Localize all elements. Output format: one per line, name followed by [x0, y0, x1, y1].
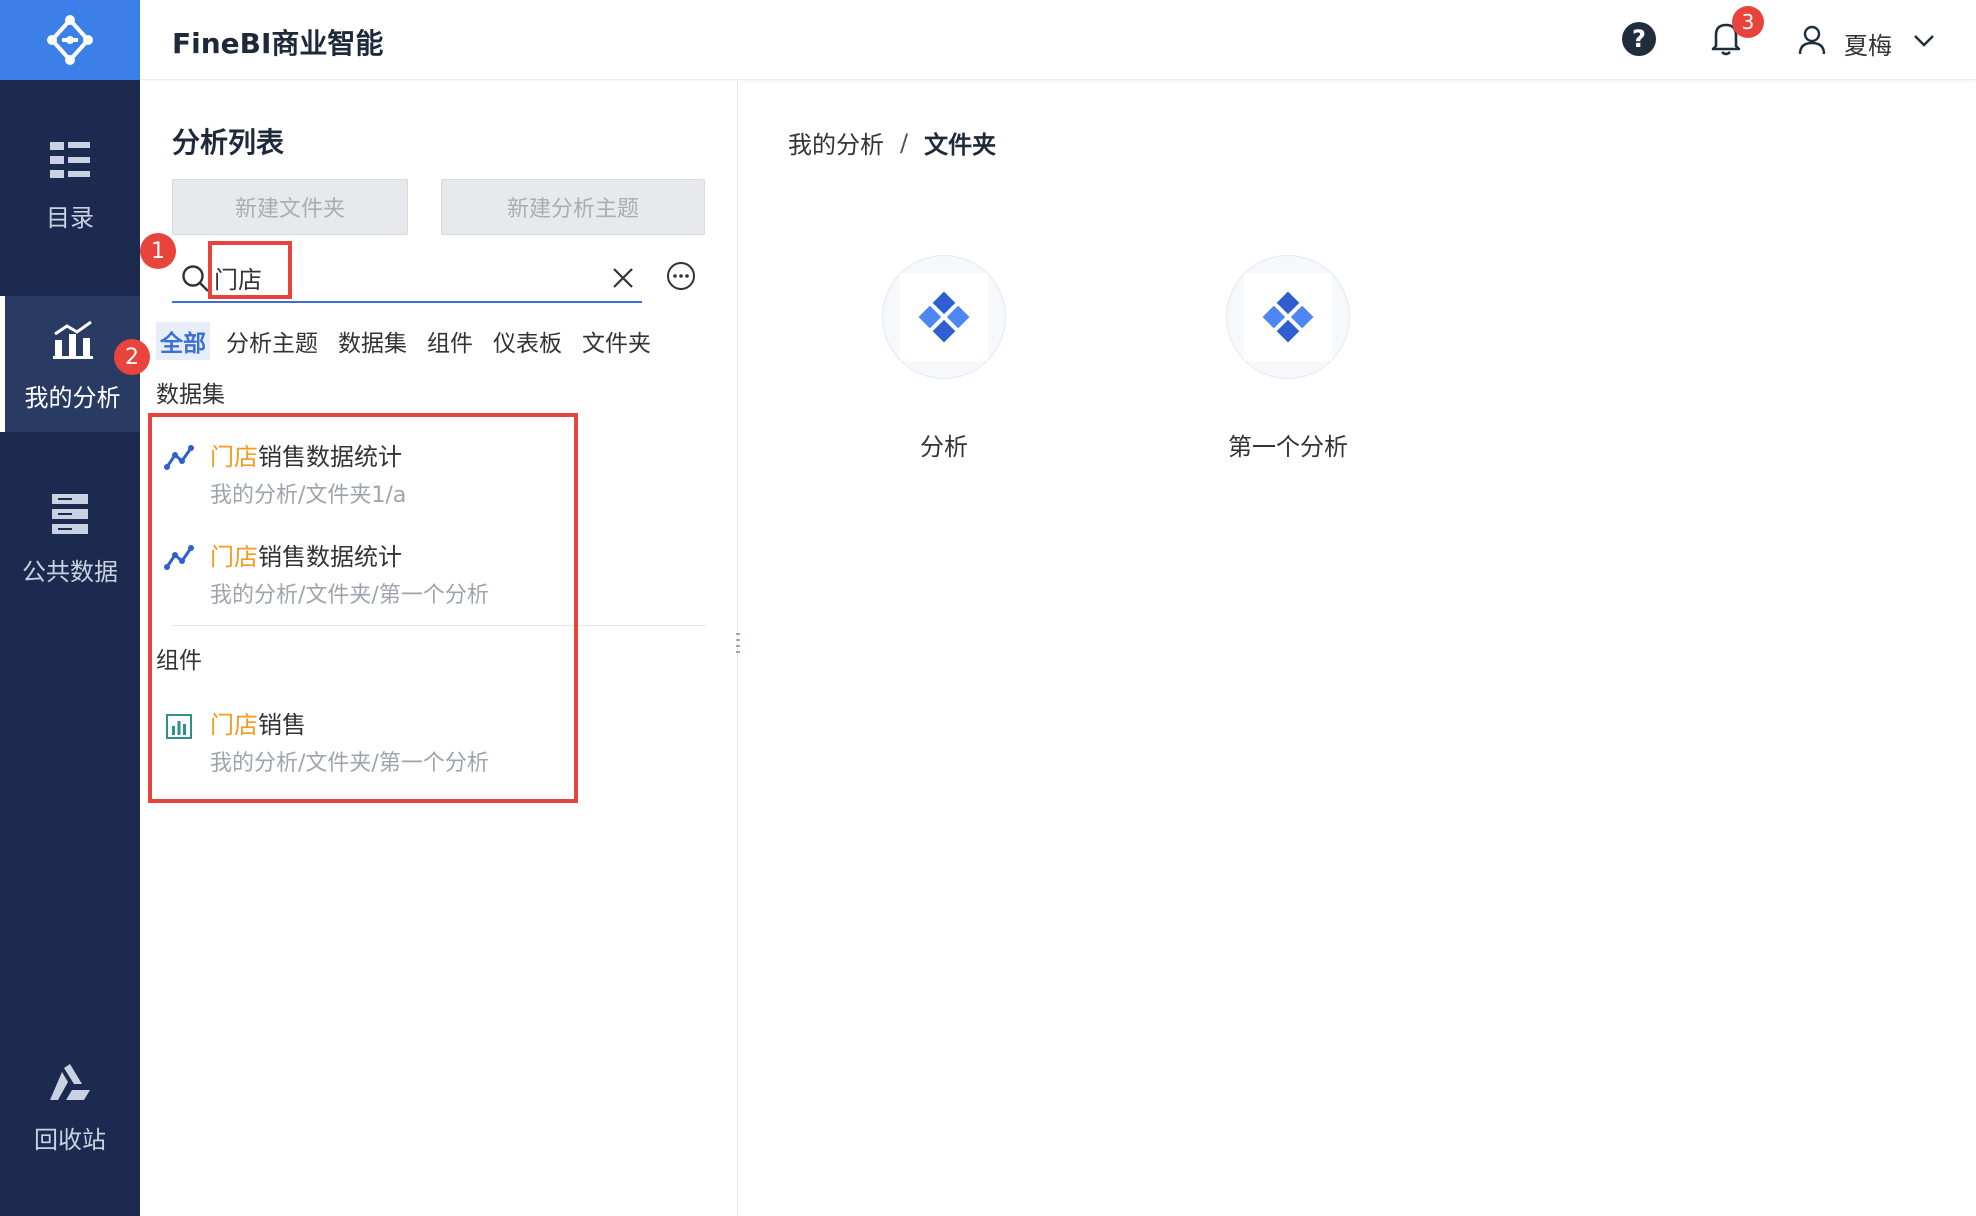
analysis-card[interactable]: 分析 — [844, 255, 1044, 462]
breadcrumb: 我的分析 / 文件夹 — [788, 125, 996, 160]
analysis-card[interactable]: 第一个分析 — [1188, 255, 1388, 462]
chevron-down-icon[interactable] — [1912, 28, 1936, 52]
nav-item-catalog[interactable]: 目录 — [0, 116, 140, 252]
nav-item-recycle-bin[interactable]: 回收站 — [0, 1038, 140, 1174]
new-subject-button[interactable]: 新建分析主题 — [441, 179, 705, 235]
analysis-card-thumb — [882, 255, 1006, 379]
annotation-step-1: 1 — [140, 233, 176, 269]
app-title: FineBI商业智能 — [172, 27, 384, 60]
new-folder-button[interactable]: 新建文件夹 — [172, 179, 408, 235]
logo-icon — [47, 15, 93, 65]
analysis-card-name: 分析 — [920, 433, 968, 461]
breadcrumb-separator: / — [900, 128, 909, 157]
tab-dashboard[interactable]: 仪表板 — [489, 322, 566, 360]
nav-item-label: 目录 — [46, 203, 94, 232]
more-options-icon[interactable] — [666, 261, 696, 291]
top-bar: FineBI商业智能 ? 3 夏梅 — [140, 0, 1976, 80]
left-nav: 目录 我的分析 公共数据 回收站 — [0, 0, 140, 1216]
nav-item-label: 公共数据 — [22, 557, 118, 586]
search-icon — [182, 265, 209, 292]
breadcrumb-root[interactable]: 我的分析 — [788, 125, 884, 160]
analysis-card-thumb — [1226, 255, 1350, 379]
nav-item-label: 回收站 — [34, 1125, 106, 1154]
analysis-chart-icon — [49, 316, 97, 364]
app-logo[interactable] — [0, 0, 140, 80]
notification-badge: 3 — [1732, 6, 1764, 38]
annotation-box-search — [208, 241, 292, 299]
user-name[interactable]: 夏梅 — [1844, 26, 1892, 61]
filter-tabs: 全部 分析主题 数据集 组件 仪表板 文件夹 — [156, 321, 667, 361]
tab-folder[interactable]: 文件夹 — [578, 322, 655, 360]
annotation-box-results — [148, 413, 578, 803]
recycle-bin-icon — [46, 1058, 94, 1106]
nav-item-label: 我的分析 — [24, 383, 121, 412]
analysis-subject-icon — [918, 291, 970, 343]
analysis-list-panel: 分析列表 新建文件夹 新建分析主题 全部 分析主题 数据集 组件 仪表板 文件夹… — [114, 81, 738, 1216]
breadcrumb-current: 文件夹 — [924, 131, 997, 159]
help-icon[interactable]: ? — [1622, 22, 1656, 56]
analysis-subject-icon — [1262, 291, 1314, 343]
section-label-dataset: 数据集 — [156, 382, 225, 408]
panel-title: 分析列表 — [172, 126, 285, 159]
close-icon[interactable] — [610, 265, 636, 291]
user-icon[interactable] — [1796, 24, 1828, 56]
tab-analysis-subject[interactable]: 分析主题 — [222, 322, 322, 360]
tab-dataset[interactable]: 数据集 — [334, 322, 411, 360]
nav-item-public-data[interactable]: 公共数据 — [0, 470, 140, 606]
annotation-step-2: 2 — [114, 339, 150, 375]
tab-component[interactable]: 组件 — [423, 322, 477, 360]
analysis-card-name: 第一个分析 — [1228, 433, 1348, 461]
public-data-icon — [46, 490, 94, 538]
tab-all[interactable]: 全部 — [156, 322, 210, 360]
catalog-icon — [46, 136, 94, 184]
folder-content: 我的分析 / 文件夹 分析 第一个分析 — [740, 81, 1976, 1216]
